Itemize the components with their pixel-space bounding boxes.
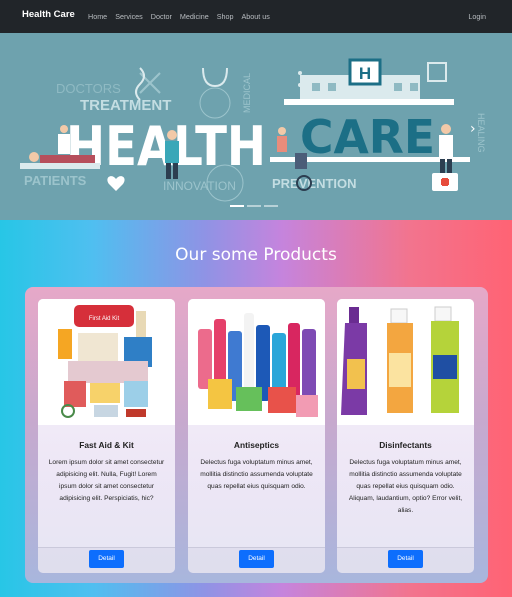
carousel-indicator[interactable]	[264, 205, 278, 207]
hero-word-prevention: PREVENTION	[272, 176, 357, 191]
hero-heading-care: CARE	[300, 110, 435, 164]
product-description: Delectus fuga voluptatum minus amet, mol…	[200, 459, 313, 491]
product-description: Lorem ipsum dolor sit amet consectetur a…	[48, 459, 165, 503]
nav-link-about[interactable]: About us	[241, 12, 269, 21]
nav-links: Home Services Doctor Medicine Shop About…	[88, 12, 278, 21]
detail-button[interactable]: Detail	[239, 550, 274, 568]
product-card: First Aid Kit Fast Aid & Kit Lorem ipsum…	[38, 299, 175, 573]
hero-word-doctors: DOCTORS	[56, 81, 121, 96]
product-title: Antiseptics	[233, 440, 280, 450]
disinfectant-bottles-image	[337, 299, 474, 425]
product-title: Disinfectants	[379, 440, 432, 450]
carousel-indicator[interactable]	[247, 205, 261, 207]
product-card: Disinfectants Delectus fuga voluptatum m…	[337, 299, 474, 573]
hero-word-medical: MEDICAL	[242, 73, 252, 113]
hero-carousel: DOCTORS TREATMENT PATIENTS INNOVATION PR…	[0, 33, 512, 220]
login-link[interactable]: Login	[468, 12, 486, 21]
nav-link-doctor[interactable]: Doctor	[151, 12, 172, 21]
product-description: Delectus fuga voluptatum minus amet, mol…	[348, 459, 463, 515]
hero-illustration: DOCTORS TREATMENT PATIENTS INNOVATION PR…	[20, 58, 486, 202]
navbar: Health Care Home Services Doctor Medicin…	[0, 0, 512, 33]
first-aid-kit-image: First Aid Kit	[38, 299, 175, 425]
nav-link-medicine[interactable]: Medicine	[180, 12, 209, 21]
product-title: Fast Aid & Kit	[79, 440, 134, 450]
antiseptic-bottles-image	[188, 299, 325, 425]
nav-link-shop[interactable]: Shop	[217, 12, 234, 21]
detail-button[interactable]: Detail	[388, 550, 423, 568]
svg-text:First Aid Kit: First Aid Kit	[89, 316, 120, 322]
nav-link-services[interactable]: Services	[115, 12, 143, 21]
products-section: Our some Products First Aid Kit Fast Aid…	[0, 220, 512, 597]
brand-logo[interactable]: Health Care	[22, 9, 75, 20]
products-panel: First Aid Kit Fast Aid & Kit Lorem ipsum…	[25, 287, 488, 583]
section-title: Our some Products	[175, 245, 337, 265]
hero-word-innovation: INNOVATION	[163, 179, 236, 193]
carousel-indicators	[230, 205, 278, 207]
carousel-next-icon[interactable]: ›	[470, 121, 476, 137]
nav-link-home[interactable]: Home	[88, 12, 107, 21]
hero-word-treatment: TREATMENT	[80, 97, 171, 114]
hero-word-healing: HEALING	[476, 113, 486, 153]
carousel-indicator[interactable]	[230, 205, 244, 207]
hospital-sign-letter: H	[359, 64, 371, 83]
product-card: Antiseptics Delectus fuga voluptatum min…	[188, 299, 325, 573]
detail-button[interactable]: Detail	[89, 550, 124, 568]
